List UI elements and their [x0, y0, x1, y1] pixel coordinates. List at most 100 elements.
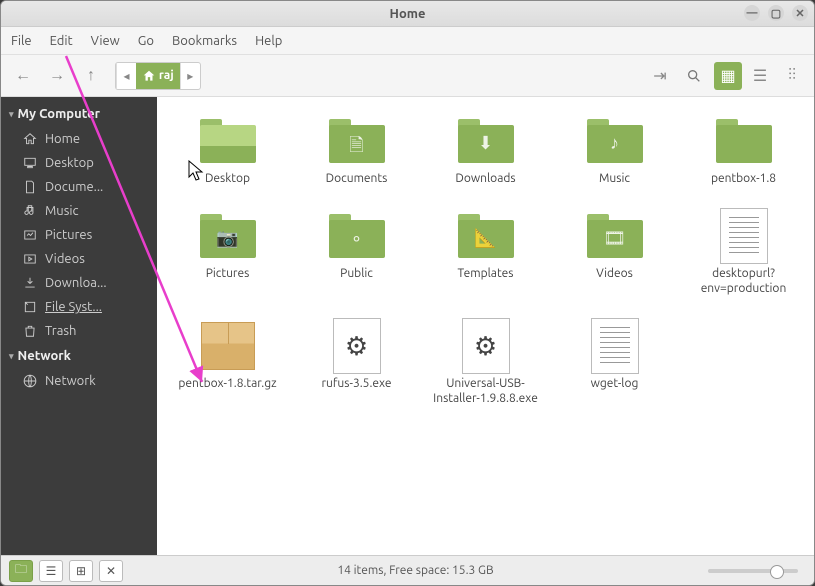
folder-icon: ♪ — [587, 119, 643, 163]
textfile-icon — [720, 208, 768, 264]
file-label: Universal-USB-Installer-1.9.8.8.exe — [431, 376, 541, 406]
pictures-icon — [23, 228, 37, 242]
sidebar-item-home[interactable]: Home — [1, 127, 157, 151]
folder-icon: ∘ — [329, 214, 385, 258]
file-label: Public — [340, 266, 373, 281]
menu-go[interactable]: Go — [138, 34, 154, 48]
pathbar: ◂ raj ▸ — [115, 62, 201, 90]
menu-bookmarks[interactable]: Bookmarks — [172, 34, 237, 48]
network-icon — [23, 374, 37, 388]
file-item[interactable]: desktopurl?env=production — [683, 208, 804, 300]
file-label: wget-log — [591, 376, 639, 391]
sidebar-item-desktop[interactable]: Desktop — [1, 151, 157, 175]
file-manager-window: Home — ▢ ✕ File Edit View Go Bookmarks H… — [0, 0, 815, 586]
file-item[interactable]: 📷Pictures — [167, 208, 288, 300]
sidebar-item-label: Network — [45, 374, 96, 388]
sidebar-item-music[interactable]: Music — [1, 199, 157, 223]
disk-icon — [23, 300, 37, 314]
file-item[interactable]: ♪Music — [554, 113, 675, 190]
sidebar-item-filesyst[interactable]: File Syst... — [1, 295, 157, 319]
file-item[interactable]: ∘ Public — [296, 208, 417, 300]
file-item[interactable]: ⬇Downloads — [425, 113, 546, 190]
file-item[interactable]: 📐 Templates — [425, 208, 546, 300]
file-label: desktopurl?env=production — [689, 266, 799, 296]
panel-tree-button[interactable]: ⊞ — [69, 560, 93, 582]
desktop-icon — [23, 156, 37, 170]
back-button[interactable]: ← — [9, 62, 37, 90]
videos-icon — [23, 252, 37, 266]
file-item[interactable]: ⚙rufus-3.5.exe — [296, 318, 417, 410]
status-text: 14 items, Free space: 15.3 GB — [129, 564, 702, 577]
sidebar-item-docume[interactable]: Docume... — [1, 175, 157, 199]
sidebar-item-label: Downloa... — [45, 276, 107, 290]
sidebar-item-pictures[interactable]: Pictures — [1, 223, 157, 247]
file-label: Downloads — [455, 171, 515, 186]
file-item[interactable]: 🗎Documents — [296, 113, 417, 190]
window-title: Home — [390, 7, 426, 21]
archive-icon — [201, 322, 255, 370]
sidebar-item-network[interactable]: Network — [1, 369, 157, 393]
icon-view-button[interactable]: ▦ — [714, 62, 742, 90]
panel-close-button[interactable]: ✕ — [99, 560, 123, 582]
search-icon — [686, 68, 702, 84]
menu-edit[interactable]: Edit — [50, 34, 73, 48]
sidebar: My Computer Home Desktop Docume... Music Pict… — [1, 97, 157, 555]
search-button[interactable] — [680, 62, 708, 90]
maximize-button[interactable]: ▢ — [768, 5, 784, 21]
sidebar-item-label: Pictures — [45, 228, 92, 242]
sidebar-header[interactable]: My Computer — [1, 101, 157, 127]
menu-help[interactable]: Help — [255, 34, 282, 48]
path-back-caret[interactable]: ◂ — [116, 63, 136, 89]
content-area[interactable]: Desktop 🗎Documents⬇Downloads♪Music pentbox… — [157, 97, 814, 555]
sidebar-item-label: Home — [45, 132, 80, 146]
file-item[interactable]: pentbox-1.8 — [683, 113, 804, 190]
sidebar-item-downloa[interactable]: Downloa... — [1, 271, 157, 295]
file-label: Desktop — [205, 171, 250, 186]
toggle-location-button[interactable]: ⇥ — [646, 62, 674, 90]
file-label: pentbox-1.8 — [711, 171, 776, 186]
folder-icon: 📐 — [458, 214, 514, 258]
path-forward-caret[interactable]: ▸ — [180, 63, 200, 89]
list-view-button[interactable]: ☰ — [746, 62, 774, 90]
textfile-icon — [591, 318, 639, 374]
file-item[interactable]: 🎞 Videos — [554, 208, 675, 300]
sidebar-item-label: Desktop — [45, 156, 94, 170]
path-label: raj — [159, 69, 174, 82]
folder-icon: 📷 — [200, 214, 256, 258]
titlebar: Home — ▢ ✕ — [1, 1, 814, 27]
file-label: Templates — [458, 266, 514, 281]
folder-icon: 🎞 — [587, 214, 643, 258]
sidebar-item-label: Videos — [45, 252, 85, 266]
menu-view[interactable]: View — [91, 34, 120, 48]
menu-file[interactable]: File — [11, 34, 32, 48]
sidebar-item-label: File Syst... — [45, 300, 102, 314]
menubar: File Edit View Go Bookmarks Help — [1, 27, 814, 55]
file-item[interactable]: wget-log — [554, 318, 675, 410]
up-button[interactable]: ↑ — [77, 62, 105, 90]
sidebar-item-videos[interactable]: Videos — [1, 247, 157, 271]
path-segment-current[interactable]: raj — [136, 63, 180, 89]
file-item[interactable]: ⚙Universal-USB-Installer-1.9.8.8.exe — [425, 318, 546, 410]
toolbar: ← → ↑ ◂ raj ▸ ⇥ ▦ ☰ ⫶⫶ — [1, 55, 814, 97]
forward-button[interactable]: → — [43, 62, 71, 90]
file-item[interactable]: Desktop — [167, 113, 288, 190]
zoom-slider[interactable] — [708, 569, 798, 573]
minimize-button[interactable]: — — [744, 5, 760, 21]
folder-icon: 🗎 — [329, 119, 385, 163]
sidebar-item-label: Trash — [45, 324, 76, 338]
download-icon — [23, 276, 37, 290]
sidebar-item-trash[interactable]: Trash — [1, 319, 157, 343]
sidebar-header[interactable]: Network — [1, 343, 157, 369]
panel-files-button[interactable]: 🗀 — [9, 560, 33, 582]
file-label: pentbox-1.8.tar.gz — [178, 376, 276, 391]
close-button[interactable]: ✕ — [792, 5, 808, 21]
compact-view-button[interactable]: ⫶⫶ — [778, 62, 806, 90]
sidebar-item-label: Music — [45, 204, 79, 218]
file-label: Videos — [596, 266, 633, 281]
bottom-panel: 🗀 ☰ ⊞ ✕ 14 items, Free space: 15.3 GB — [1, 555, 814, 585]
sidebar-item-label: Docume... — [45, 180, 103, 194]
panel-places-button[interactable]: ☰ — [39, 560, 63, 582]
folder-icon — [716, 119, 772, 163]
file-item[interactable]: pentbox-1.8.tar.gz — [167, 318, 288, 410]
document-icon — [23, 180, 37, 194]
